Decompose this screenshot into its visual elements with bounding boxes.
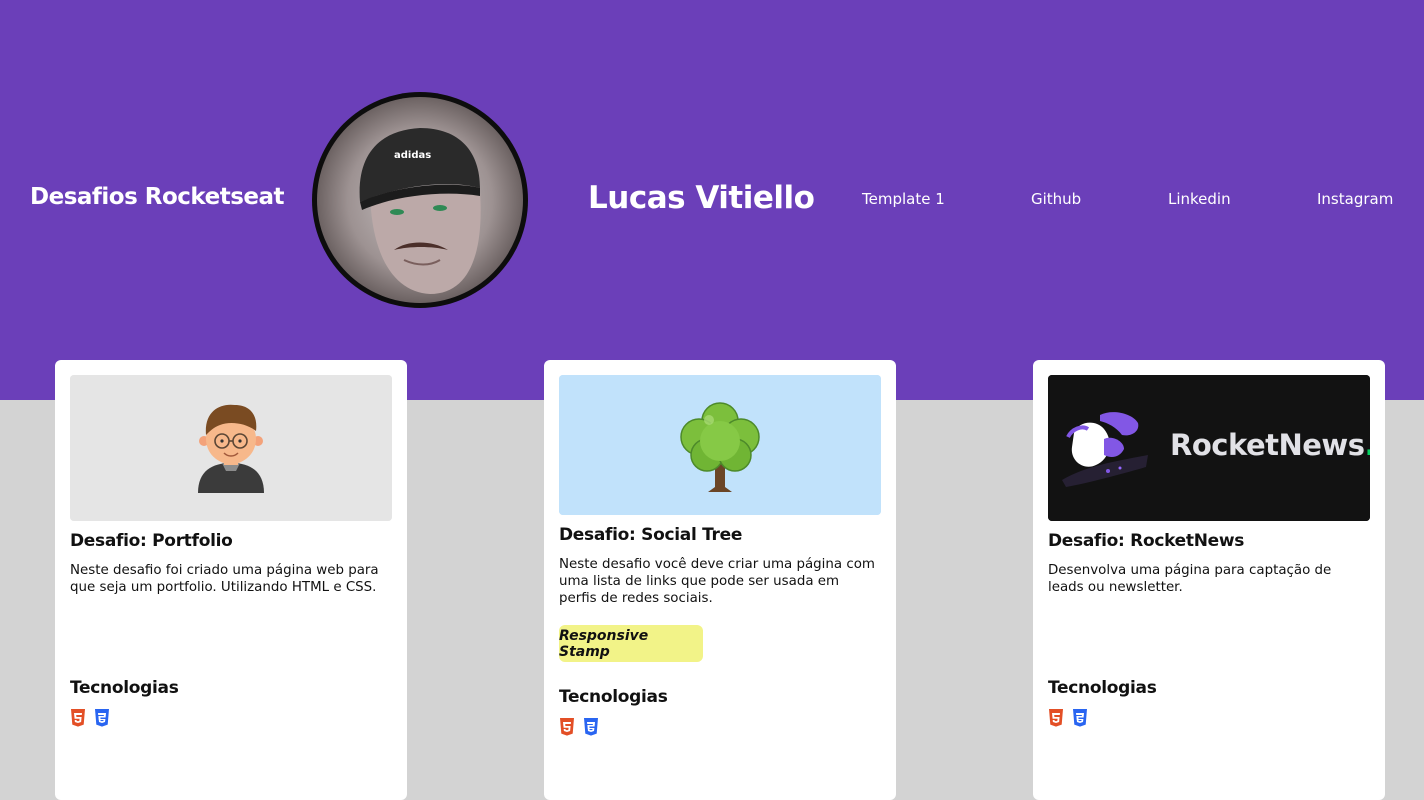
nav-link-instagram[interactable]: Instagram (1317, 190, 1393, 208)
tech-icons (559, 718, 599, 736)
tech-icons (70, 709, 110, 727)
css3-icon (583, 718, 599, 736)
challenge-card-portfolio[interactable]: Desafio: Portfolio Neste desafio foi cri… (55, 360, 407, 800)
card-title: Desafio: RocketNews (1048, 531, 1245, 551)
card-description: Desenvolva uma página para captação de l… (1048, 563, 1332, 595)
tech-heading: Tecnologias (559, 687, 668, 707)
nav-link-template-1[interactable]: Template 1 (862, 190, 945, 208)
card-title: Desafio: Social Tree (559, 525, 743, 545)
responsive-stamp-badge: Responsive Stamp (559, 625, 703, 662)
portfolio-thumbnail (70, 375, 392, 521)
html5-icon (1048, 709, 1064, 727)
html5-icon (559, 718, 575, 736)
rocketnews-thumbnail: RocketNews. (1048, 375, 1370, 521)
tech-heading: Tecnologias (1048, 678, 1157, 698)
challenge-card-rocketnews[interactable]: RocketNews. Desafio: RocketNews Desenvol… (1033, 360, 1385, 800)
cap-logo-text: adidas (394, 150, 432, 161)
avatar (312, 92, 528, 308)
profile-name: Lucas Vitiello (588, 180, 815, 216)
card-description: Neste desafio foi criado uma página web … (70, 563, 379, 595)
card-description: Neste desafio você deve criar uma página… (559, 557, 875, 606)
card-title: Desafio: Portfolio (70, 531, 233, 551)
tech-heading: Tecnologias (70, 678, 179, 698)
nav-link-github[interactable]: Github (1031, 190, 1081, 208)
css3-icon (1072, 709, 1088, 727)
brand-title: Desafios Rocketseat (30, 184, 285, 210)
html5-icon (70, 709, 86, 727)
social-tree-thumbnail (559, 375, 881, 515)
hero-banner: Desafios Rocketseat adidas Lucas Vitiell… (0, 0, 1424, 400)
challenge-card-social-tree[interactable]: Desafio: Social Tree Neste desafio você … (544, 360, 896, 800)
nav-link-linkedin[interactable]: Linkedin (1168, 190, 1231, 208)
css3-icon (94, 709, 110, 727)
rocketnews-logo-text: RocketNews. (1170, 428, 1370, 462)
tech-icons (1048, 709, 1088, 727)
